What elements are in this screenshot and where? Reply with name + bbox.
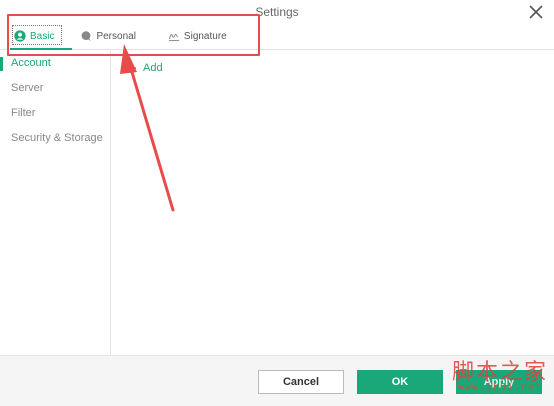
- add-account-link[interactable]: Add: [125, 62, 163, 74]
- signature-icon: [168, 30, 180, 42]
- sidebar-item-account[interactable]: Account: [0, 51, 110, 76]
- dialog-footer: Cancel OK Apply: [0, 355, 554, 406]
- chat-bubble-icon: [80, 30, 92, 42]
- tab-label: Personal: [96, 30, 136, 42]
- add-label: Add: [143, 62, 163, 74]
- cancel-button[interactable]: Cancel: [258, 370, 344, 394]
- settings-sidebar: Account Server Filter Security & Storage: [0, 51, 111, 355]
- sidebar-item-filter[interactable]: Filter: [0, 101, 110, 126]
- focus-outline: [12, 25, 62, 45]
- tab-basic[interactable]: Basic: [10, 22, 73, 50]
- tab-personal[interactable]: Personal: [80, 22, 136, 50]
- title-bar: Settings Basic Personal Signature: [0, 0, 554, 50]
- sidebar-item-security-storage[interactable]: Security & Storage: [0, 126, 110, 151]
- tab-label: Signature: [183, 30, 227, 42]
- tab-signature[interactable]: Signature: [168, 22, 227, 50]
- active-tab-indicator: [10, 48, 73, 50]
- window-title: Settings: [255, 5, 299, 19]
- plus-icon: [126, 63, 136, 73]
- ok-button[interactable]: OK: [357, 370, 443, 394]
- close-button[interactable]: [526, 2, 546, 22]
- settings-dialog: Settings Basic Personal Signature Accoun…: [0, 0, 554, 406]
- tab-bar: Basic Personal Signature: [10, 22, 227, 50]
- apply-button[interactable]: Apply: [456, 370, 542, 394]
- close-icon: [529, 5, 543, 19]
- sidebar-item-server[interactable]: Server: [0, 76, 110, 101]
- content-pane: Add: [111, 51, 554, 355]
